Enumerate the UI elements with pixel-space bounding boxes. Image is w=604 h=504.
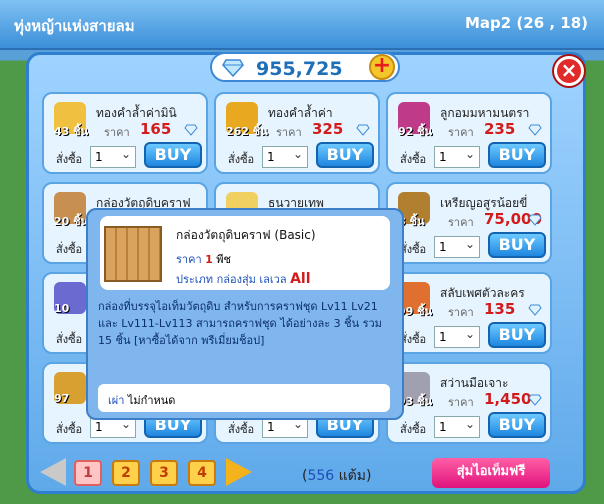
item-price-label: ราคา <box>448 396 474 409</box>
tooltip-price-value: 1 <box>205 253 213 266</box>
item-price-label: ราคา <box>448 216 474 229</box>
page-2-button[interactable]: 2 <box>112 460 140 486</box>
tooltip-price-unit: พีช <box>216 253 231 266</box>
location-name: ทุ่งหญ้าแห่งสายลม <box>14 17 135 35</box>
shop-item-card[interactable]: 93 ชิ้นสว่านมือเจาะราคา1,450สั่งซื้อ1BUY <box>386 362 552 444</box>
order-label: สั่งซื้อ <box>228 153 255 166</box>
item-price-label: ราคา <box>448 126 474 139</box>
quantity-select[interactable]: 1 <box>434 414 480 438</box>
order-label: สั่งซื้อ <box>400 423 427 436</box>
item-stock-count: 97 <box>54 392 70 405</box>
tooltip-level-label: เลเวล <box>259 273 287 286</box>
order-label: สั่งซื้อ <box>400 153 427 166</box>
diamond-icon <box>528 304 542 316</box>
tooltip-race-label: เผ่า <box>108 394 125 407</box>
item-price: 135 <box>484 300 516 318</box>
diamond-icon <box>222 59 244 77</box>
shop-item-card[interactable]: 99 ชิ้นสลับเพศตัวละครราคา135สั่งซื้อ1BUY <box>386 272 552 354</box>
shop-item-card[interactable]: 92 ชิ้นลูกอมมหามนตราราคา235สั่งซื้อ1BUY <box>386 92 552 174</box>
order-label: สั่งซื้อ <box>56 423 83 436</box>
map-coordinates: Map2 (26 , 18) <box>464 14 588 32</box>
diamond-icon <box>528 214 542 226</box>
quantity-select[interactable]: 1 <box>434 144 480 168</box>
item-price: 165 <box>140 120 172 138</box>
tooltip-header: กล่องวัตถุดิบคราฟ (Basic) ราคา 1 พีช ประ… <box>100 216 390 290</box>
item-price: 325 <box>312 120 344 138</box>
item-stock-count: 43 ชิ้น <box>54 125 89 138</box>
diamond-icon <box>528 394 542 406</box>
tooltip-level-value: All <box>290 271 311 287</box>
buy-button[interactable]: BUY <box>316 142 374 168</box>
tooltip-type-label: ประเภท <box>176 273 214 286</box>
tooltip-description: กล่องที่บรรจุไอเท็มวัตถุดิบ สำหรับการครา… <box>98 300 382 347</box>
shop-item-card[interactable]: 262 ชิ้นทองคำล้ำค่าราคา325สั่งซื้อ1BUY <box>214 92 380 174</box>
tooltip-race-value: ไม่กำหนด <box>127 394 176 407</box>
page-3-button[interactable]: 3 <box>150 460 178 486</box>
prev-page-arrow-icon[interactable] <box>40 458 66 486</box>
quantity-select[interactable]: 1 <box>434 234 480 258</box>
item-price-label: ราคา <box>104 126 130 139</box>
page-4-button[interactable]: 4 <box>188 460 216 486</box>
buy-button[interactable]: BUY <box>488 142 546 168</box>
quantity-select[interactable]: 1 <box>90 144 136 168</box>
diamond-icon <box>184 124 198 136</box>
diamond-icon <box>356 124 370 136</box>
next-page-arrow-icon[interactable] <box>226 458 252 486</box>
tooltip-price-label: ราคา <box>176 253 202 266</box>
title-bar: ทุ่งหญ้าแห่งสายลม Map2 (26 , 18) <box>0 0 604 50</box>
item-stock-count: 10 <box>54 302 70 315</box>
close-button[interactable]: × <box>554 56 584 86</box>
add-currency-button[interactable]: + <box>369 54 395 80</box>
points-unit: แต้ม) <box>338 468 372 484</box>
quantity-select[interactable]: 1 <box>434 324 480 348</box>
order-label: สั่งซื้อ <box>228 423 255 436</box>
item-price-label: ราคา <box>448 306 474 319</box>
order-label: สั่งซื้อ <box>56 243 83 256</box>
diamond-icon <box>528 124 542 136</box>
item-price-label: ราคา <box>276 126 302 139</box>
buy-button[interactable]: BUY <box>488 412 546 438</box>
item-stock-count: 262 ชิ้น <box>226 125 268 138</box>
buy-button[interactable]: BUY <box>144 142 202 168</box>
pager: 1 2 3 4 (556 แต้ม) สุ่มไอเท็มฟรี <box>40 456 560 490</box>
points-total: (556 แต้ม) <box>302 468 372 484</box>
quantity-select[interactable]: 1 <box>262 144 308 168</box>
page-1-button[interactable]: 1 <box>74 460 102 486</box>
shop-item-card[interactable]: 8 ชิ้น เหรียญอสูรน้อยขี่ ราคา 75,000 สั่งซื้… <box>386 182 552 264</box>
points-count: 556 <box>307 468 335 484</box>
order-label: สั่งซื้อ <box>56 333 83 346</box>
item-stock-count: 20 ชิ้น <box>54 215 89 228</box>
item-stock-count: 92 ชิ้น <box>398 125 433 138</box>
tooltip-item-name: กล่องวัตถุดิบคราฟ (Basic) <box>176 228 316 242</box>
currency-amount: 955,725 <box>256 58 343 80</box>
shop-item-card[interactable]: 43 ชิ้นทองคำล้ำค่ามินิราคา165สั่งซื้อ1BU… <box>42 92 208 174</box>
tooltip-race: เผ่า ไม่กำหนด <box>98 384 390 412</box>
item-price: 235 <box>484 120 516 138</box>
buy-button[interactable]: BUY <box>488 232 546 258</box>
crate-icon <box>104 226 162 282</box>
buy-button[interactable]: BUY <box>488 322 546 348</box>
item-price: 1,450 <box>484 390 532 408</box>
tooltip-type-value: กล่องสุ่ม <box>216 273 256 286</box>
item-tooltip: กล่องวัตถุดิบคราฟ (Basic) ราคา 1 พีช ประ… <box>86 208 404 420</box>
random-free-item-button[interactable]: สุ่มไอเท็มฟรี <box>432 458 550 488</box>
order-label: สั่งซื้อ <box>56 153 83 166</box>
